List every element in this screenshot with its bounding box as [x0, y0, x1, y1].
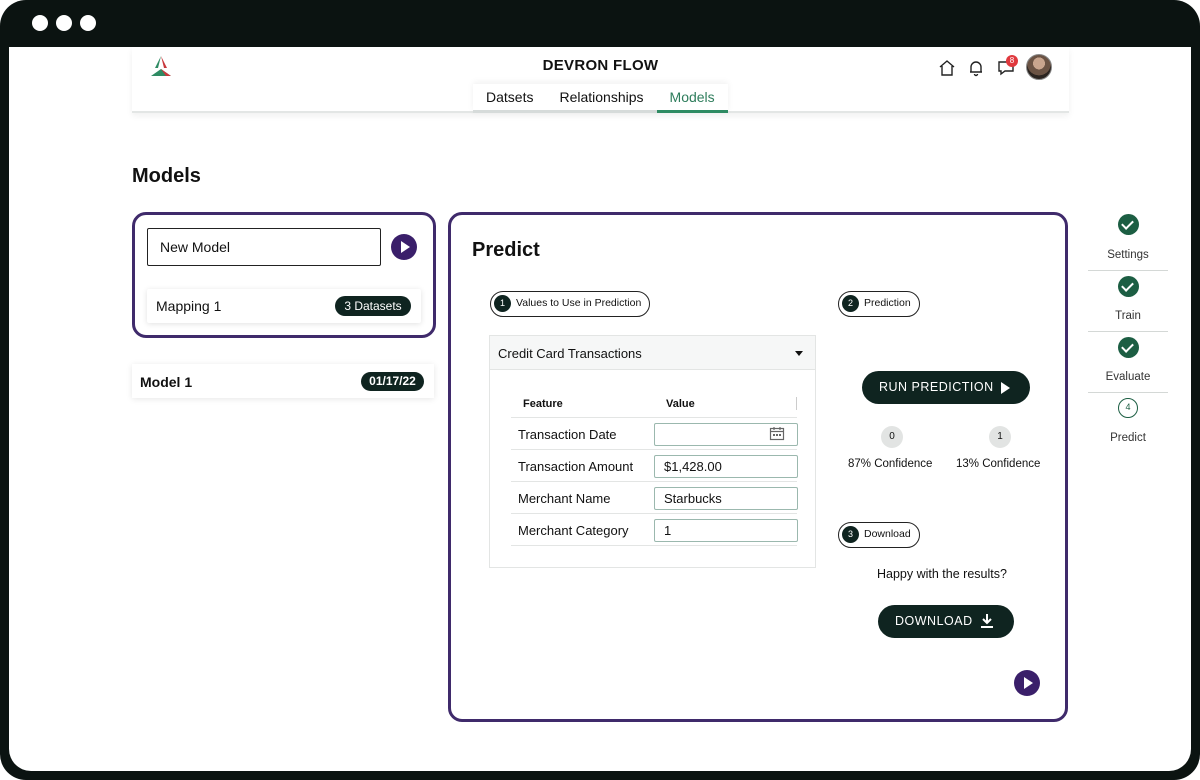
calendar-icon[interactable]: [769, 426, 785, 441]
step-divider: [1088, 270, 1168, 271]
app-title: DEVRON FLOW: [542, 57, 659, 74]
step-divider: [1088, 392, 1168, 393]
happy-prompt: Happy with the results?: [877, 567, 1007, 581]
app-screen: DEVRON FLOW 8 Datsets Relationships Mode…: [9, 47, 1191, 771]
step-predict[interactable]: Predict: [1087, 432, 1169, 444]
run-prediction-button[interactable]: RUN PREDICTION: [862, 371, 1030, 404]
table-row: Merchant Name Starbucks: [511, 482, 798, 514]
model-name-input[interactable]: New Model: [147, 228, 381, 266]
table-row: Merchant Category 1: [511, 514, 798, 546]
step-prediction-pill: 2 Prediction: [838, 291, 920, 317]
check-icon: [1118, 276, 1139, 297]
feature-label: Transaction Amount: [518, 459, 634, 474]
user-avatar[interactable]: [1026, 54, 1052, 80]
step-label: Prediction: [864, 297, 911, 309]
step-number-icon: 4: [1118, 398, 1138, 418]
result-class-0: 0: [881, 426, 903, 448]
merchant-category-input[interactable]: 1: [654, 519, 798, 542]
window-dot-1: [32, 15, 48, 31]
feature-label: Merchant Category: [518, 523, 629, 538]
table-row: Transaction Date: [511, 418, 798, 450]
bell-icon[interactable]: [966, 58, 986, 78]
step-train[interactable]: Train: [1087, 310, 1169, 322]
predict-panel: Predict 1 Values to Use in Prediction Cr…: [448, 212, 1068, 722]
predict-title: Predict: [472, 239, 540, 261]
step-number: 3: [842, 526, 859, 543]
values-panel: Credit Card Transactions Feature Value T…: [489, 335, 816, 568]
step-divider: [1088, 331, 1168, 332]
step-settings[interactable]: Settings: [1087, 249, 1169, 261]
download-button[interactable]: DOWNLOAD: [878, 605, 1014, 638]
step-evaluate[interactable]: Evaluate: [1087, 371, 1169, 383]
feature-label: Merchant Name: [518, 491, 611, 506]
feature-label: Transaction Date: [518, 427, 617, 442]
step-download-pill: 3 Download: [838, 522, 920, 548]
column-divider: [796, 397, 797, 410]
notification-badge: 8: [1006, 55, 1018, 67]
model-name: Model 1: [140, 374, 193, 390]
create-model-play-button[interactable]: [391, 234, 417, 260]
next-step-play-button[interactable]: [1014, 670, 1040, 696]
play-icon: [1001, 382, 1010, 394]
step-values-pill: 1 Values to Use in Prediction: [490, 291, 651, 317]
transaction-amount-input[interactable]: $1,428.00: [654, 455, 798, 478]
model-date-badge: 01/17/22: [361, 372, 424, 391]
window-dot-2: [56, 15, 72, 31]
check-icon: [1118, 337, 1139, 358]
tab-datasets[interactable]: Datsets: [473, 84, 547, 113]
nav-tabs: Datsets Relationships Models: [473, 84, 728, 113]
app-header: DEVRON FLOW 8 Datsets Relationships Mode…: [132, 47, 1069, 113]
window-dot-3: [80, 15, 96, 31]
browser-frame: DEVRON FLOW 8 Datsets Relationships Mode…: [0, 0, 1200, 780]
new-model-card: New Model Mapping 1 3 Datasets: [132, 212, 436, 338]
step-number: 1: [494, 295, 511, 312]
dataset-select-value: Credit Card Transactions: [498, 346, 642, 361]
feature-table-header: Feature Value: [511, 394, 797, 418]
datasets-count-badge: 3 Datasets: [335, 296, 411, 316]
dataset-select[interactable]: Credit Card Transactions: [490, 336, 815, 370]
step-label: Download: [864, 528, 911, 540]
feature-column-header: Feature: [523, 398, 563, 410]
mapping-item[interactable]: Mapping 1 3 Datasets: [147, 289, 421, 323]
result-confidence-0: 87% Confidence: [848, 458, 933, 470]
check-icon: [1118, 214, 1139, 235]
run-prediction-label: RUN PREDICTION: [879, 380, 994, 394]
download-icon: [981, 614, 993, 628]
download-label: DOWNLOAD: [895, 614, 973, 628]
step-number: 2: [842, 295, 859, 312]
result-class-1: 1: [989, 426, 1011, 448]
page-title: Models: [132, 165, 201, 187]
tab-relationships[interactable]: Relationships: [546, 84, 657, 113]
chevron-down-icon: [795, 351, 803, 356]
table-row: Transaction Amount $1,428.00: [511, 450, 798, 482]
step-label: Values to Use in Prediction: [516, 297, 642, 309]
result-confidence-1: 13% Confidence: [956, 458, 1041, 470]
home-icon[interactable]: [937, 58, 957, 78]
value-column-header: Value: [666, 398, 695, 410]
tab-models[interactable]: Models: [656, 84, 728, 113]
model-list-item[interactable]: Model 1 01/17/22: [132, 364, 434, 398]
mapping-label: Mapping 1: [156, 298, 222, 314]
merchant-name-input[interactable]: Starbucks: [654, 487, 798, 510]
